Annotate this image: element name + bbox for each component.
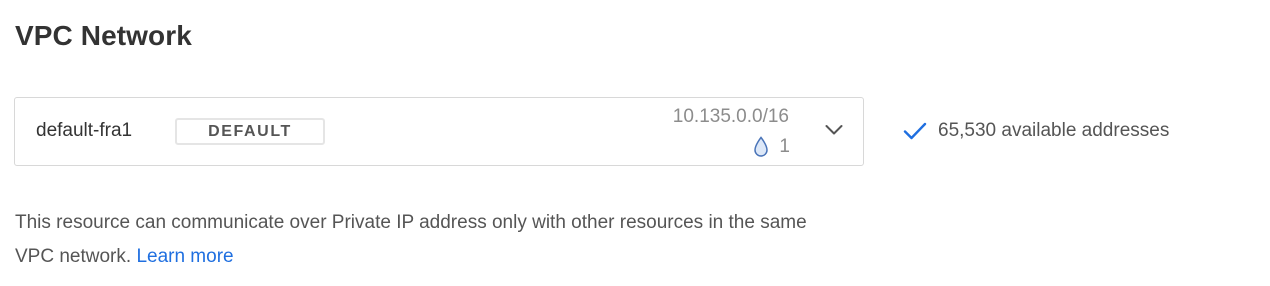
learn-more-link[interactable]: Learn more (136, 246, 233, 267)
check-icon (903, 122, 927, 140)
default-badge: DEFAULT (175, 118, 325, 145)
vpc-ip-range: 10.135.0.0/16 (672, 106, 789, 127)
help-description: This resource can communicate over Priva… (15, 212, 807, 267)
chevron-down-icon[interactable] (825, 124, 843, 136)
vpc-name: default-fra1 (36, 120, 133, 141)
vpc-droplet-count: 1 (753, 136, 790, 158)
vpc-network-select[interactable]: default-fra1 DEFAULT 10.135.0.0/16 1 (14, 97, 864, 166)
help-text: This resource can communicate over Priva… (15, 206, 815, 274)
available-addresses-text: 65,530 available addresses (938, 120, 1170, 141)
droplet-icon (754, 136, 769, 157)
available-addresses: 65,530 available addresses (903, 120, 1169, 142)
section-title: VPC Network (15, 20, 192, 51)
droplet-count-value: 1 (779, 136, 790, 157)
